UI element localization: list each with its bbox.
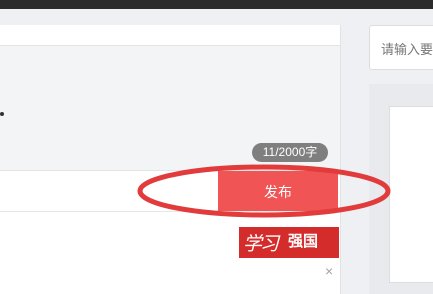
logo-name-text: 强国 [288, 233, 319, 250]
side-card [389, 106, 433, 283]
search-input[interactable]: 请输入要 [369, 25, 433, 70]
close-icon[interactable]: × [325, 264, 333, 278]
textarea-text-fragment [0, 112, 4, 116]
xuexi-qiangguo-logo: 学习 强国 [239, 227, 339, 258]
char-counter-badge: 11/2000字 [252, 143, 328, 162]
search-placeholder: 请输入要 [381, 42, 433, 57]
logo-script-text: 学习 [243, 233, 279, 255]
divider [0, 211, 340, 212]
publish-button[interactable]: 发布 [218, 171, 338, 211]
top-bar [0, 0, 433, 9]
